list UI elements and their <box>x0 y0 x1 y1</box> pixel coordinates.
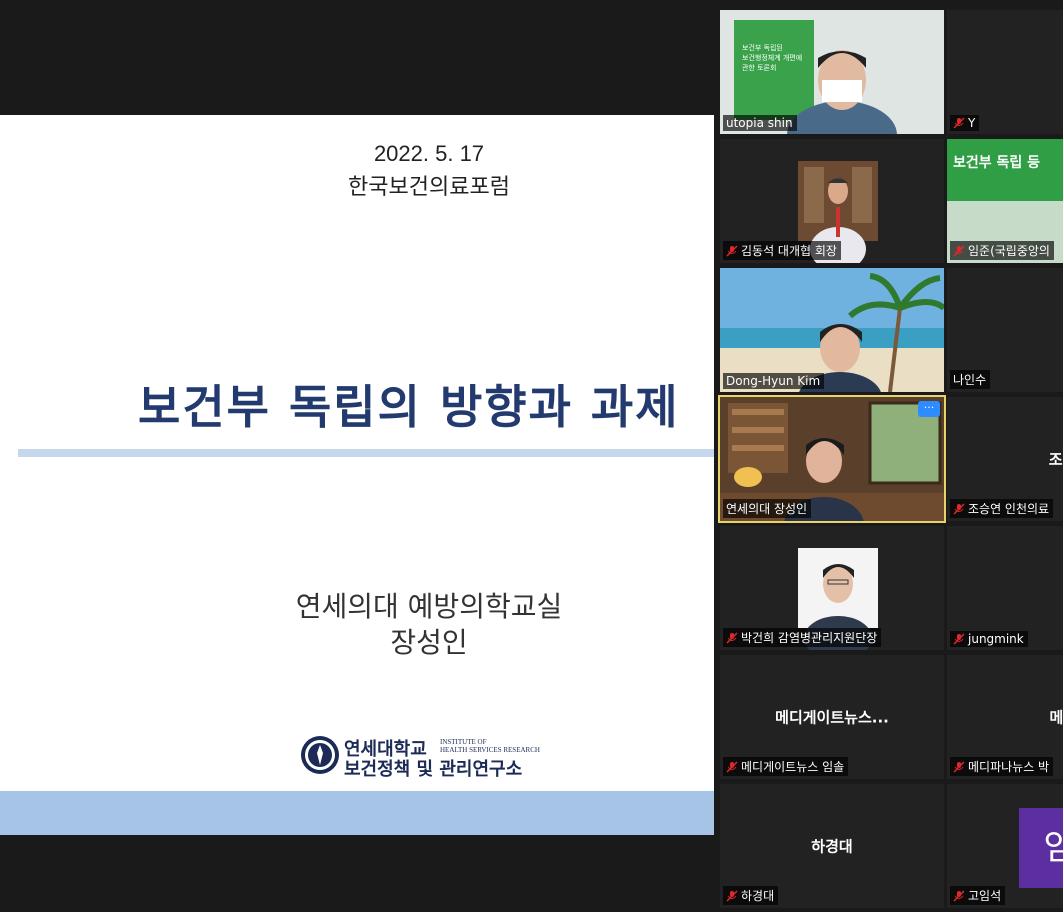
participant-name-label: 메디게이트뉴스 임솔 <box>723 757 849 776</box>
participant-more-options-button[interactable]: ··· <box>918 401 940 417</box>
participant-name-label: 김동석 대개협 회장 <box>723 241 841 260</box>
university-logo: 연세대학교 INSTITUTE OF HEALTH SERVICES RESEA… <box>300 735 570 780</box>
participant-name-placeholder: 하경대 <box>811 837 853 856</box>
participant-name-placeholder: 나인 <box>1039 320 1063 341</box>
participant-name-label: Y <box>950 115 980 131</box>
logo-english-text: INSTITUTE OF HEALTH SERVICES RESEARCH <box>440 738 540 754</box>
participant-name-placeholder: Y <box>1039 63 1063 81</box>
participant-name-label: Dong-Hyun Kim <box>723 373 825 389</box>
slide-affiliation: 연세의대 예방의학교실 <box>295 590 563 623</box>
participant-tile[interactable]: 조승연 인 조승연 인천의료 <box>947 397 1063 521</box>
mic-muted-icon <box>726 631 738 644</box>
mic-muted-icon <box>726 889 738 902</box>
participant-avatar: 임 <box>1019 808 1063 888</box>
participant-name-label: 고임석 <box>950 886 1006 905</box>
participant-tile[interactable]: 메디파나뉴 메디파나뉴스 박 <box>947 655 1063 779</box>
participant-name-label: 박건희 감염병관리지원단장 <box>723 628 882 647</box>
poster-text: 보건부 독립 등 <box>953 154 1040 171</box>
mic-muted-icon <box>953 760 965 773</box>
slide-title: 보건부 독립의 방향과 과제 <box>138 380 680 434</box>
mic-muted-icon <box>726 244 738 257</box>
participant-tile[interactable]: 임 고임석 <box>947 784 1063 908</box>
slide-presenter: 장성인 <box>390 626 468 659</box>
participant-tile[interactable]: Dong-Hyun Kim <box>720 268 944 392</box>
svg-text:보건행정체계 개편에: 보건행정체계 개편에 <box>742 53 802 62</box>
participant-name-placeholder: jungm <box>1037 579 1063 597</box>
participant-tile[interactable]: 나인 나인수 <box>947 268 1063 392</box>
participant-name-label: 나인수 <box>950 370 991 389</box>
mic-muted-icon <box>953 244 965 257</box>
participant-name-placeholder: 조승연 인 <box>1048 450 1063 469</box>
participant-name-placeholder: 메디게이트뉴스... <box>775 708 889 727</box>
participant-name-label: jungmink <box>950 631 1028 647</box>
participant-name-placeholder: 메디파나뉴 <box>1049 708 1063 727</box>
slide-title-underline <box>18 449 714 457</box>
participant-tile[interactable]: 메디게이트뉴스... 메디게이트뉴스 임솔 <box>720 655 944 779</box>
university-seal-icon <box>301 736 339 774</box>
svg-text:관한 토론회: 관한 토론회 <box>742 63 776 72</box>
participant-name-label: 하경대 <box>723 886 779 905</box>
slide-bottom-band <box>0 791 714 835</box>
mic-muted-icon <box>953 117 965 129</box>
participant-name-label: utopia shin <box>723 115 797 131</box>
participant-name-label: 조승연 인천의료 <box>950 499 1054 518</box>
slide-forum-name: 한국보건의료포럼 <box>348 175 510 200</box>
slide-date: 2022. 5. 17 <box>373 141 485 166</box>
participant-tile[interactable]: 보건부 독립된 보건행정체계 개편에 관한 토론회 utopia shin <box>720 10 944 134</box>
shared-screen-slide: 2022. 5. 17 한국보건의료포럼 보건부 독립의 방향과 과제 연세의대… <box>0 115 714 835</box>
mic-muted-icon <box>726 760 738 773</box>
participant-name-label: 임준(국립중앙의 <box>950 241 1054 260</box>
participant-tile[interactable]: Y Y <box>947 10 1063 134</box>
participant-name-label: 메디파나뉴스 박 <box>950 757 1054 776</box>
mic-muted-icon <box>953 889 965 902</box>
participant-tile[interactable]: jungm jungmink <box>947 526 1063 650</box>
participant-tile[interactable]: 박건희 감염병관리지원단장 <box>720 526 944 650</box>
logo-korean-line2: 보건정책 및 관리연구소 <box>344 759 523 780</box>
participant-name-label: 연세의대 장성인 <box>723 499 812 518</box>
mic-muted-icon <box>953 502 965 515</box>
participant-gallery: 보건부 독립된 보건행정체계 개편에 관한 토론회 utopia shin Y … <box>714 0 1063 912</box>
participant-tile[interactable]: 하경대 하경대 <box>720 784 944 908</box>
participant-tile-active-speaker[interactable]: ··· 연세의대 장성인 <box>718 395 946 523</box>
svg-text:보건부 독립된: 보건부 독립된 <box>742 43 783 52</box>
participant-tile[interactable]: 김동석 대개협 회장 <box>720 139 944 263</box>
mic-muted-icon <box>953 633 965 645</box>
participant-tile[interactable]: 보건부 독립 등 임준(국립중앙의 <box>947 139 1063 263</box>
